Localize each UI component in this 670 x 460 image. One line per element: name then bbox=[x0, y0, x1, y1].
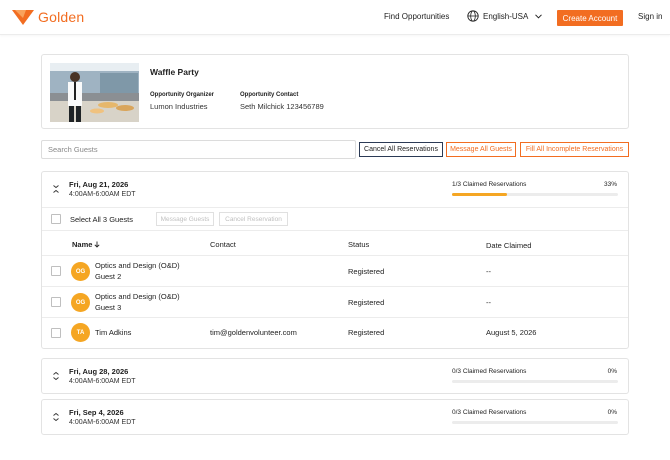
search-guests-input[interactable]: Search Guests bbox=[41, 140, 356, 159]
date-label: Fri, Aug 28, 2026 bbox=[69, 367, 129, 376]
organizer-label: Opportunity Organizer bbox=[150, 92, 215, 98]
guest-sub: Guest 2 bbox=[95, 272, 122, 281]
logo-text: Golden bbox=[38, 9, 85, 25]
selection-row: Select All 3 Guests Message Guests Cance… bbox=[42, 207, 628, 230]
column-contact: Contact bbox=[210, 240, 236, 249]
claimed-percent: 0% bbox=[607, 409, 617, 416]
fill-all-incomplete-button[interactable]: Fill All Incomplete Reservations bbox=[520, 142, 629, 157]
row-checkbox[interactable] bbox=[51, 266, 61, 276]
date-card-header[interactable]: Fri, Aug 21, 2026 4:00AM-6:00AM EDT 1/3 … bbox=[42, 172, 628, 207]
language-selector[interactable]: English-USA bbox=[467, 10, 543, 22]
opportunity-photo bbox=[50, 63, 139, 122]
date-card-header[interactable]: Fri, Aug 28, 2026 4:00AM-6:00AM EDT 0/3 … bbox=[42, 359, 628, 394]
column-name-label: Name bbox=[72, 240, 93, 249]
collapse-icon[interactable] bbox=[52, 184, 60, 194]
progress-bar bbox=[452, 421, 618, 424]
guest-date-claimed: -- bbox=[486, 267, 491, 276]
claimed-reservations: 1/3 Claimed Reservations bbox=[452, 181, 527, 188]
sort-down-icon bbox=[94, 241, 100, 248]
table-row: OG Optics and Design (O&D) Guest 2 Regis… bbox=[42, 255, 628, 286]
row-checkbox[interactable] bbox=[51, 328, 61, 338]
guest-sub: Guest 3 bbox=[95, 303, 122, 312]
opportunity-title: Waffle Party bbox=[150, 67, 199, 77]
date-card: Fri, Aug 21, 2026 4:00AM-6:00AM EDT 1/3 … bbox=[41, 171, 629, 349]
contact-block: Opportunity Contact Seth Milchick 123456… bbox=[240, 92, 324, 111]
avatar: TA bbox=[71, 323, 90, 342]
claimed-percent: 0% bbox=[607, 368, 617, 375]
guest-name: Tim Adkins bbox=[95, 328, 132, 337]
progress-bar bbox=[452, 380, 618, 383]
contact-label: Opportunity Contact bbox=[240, 92, 299, 98]
guest-status: Registered bbox=[348, 298, 385, 307]
chevron-down-icon bbox=[535, 13, 543, 19]
select-all-label: Select All 3 Guests bbox=[70, 215, 133, 224]
progress-fill bbox=[452, 193, 507, 196]
top-header: Golden Find Opportunities English-USA Cr… bbox=[0, 0, 670, 35]
guest-date-claimed: -- bbox=[486, 298, 491, 307]
guest-status: Registered bbox=[348, 328, 385, 337]
guest-name: Optics and Design (O&D) bbox=[95, 292, 180, 301]
date-card[interactable]: Fri, Aug 28, 2026 4:00AM-6:00AM EDT 0/3 … bbox=[41, 358, 629, 394]
select-all-checkbox[interactable] bbox=[51, 214, 61, 224]
guest-contact[interactable]: tim@goldenvolunteer.com bbox=[210, 328, 297, 337]
claimed-reservations: 0/3 Claimed Reservations bbox=[452, 368, 527, 375]
cancel-all-reservations-button[interactable]: Cancel All Reservations bbox=[359, 142, 443, 157]
date-card-header[interactable]: Fri, Sep 4, 2026 4:00AM-6:00AM EDT 0/3 C… bbox=[42, 400, 628, 435]
column-date-claimed: Date Claimed bbox=[486, 241, 532, 250]
row-checkbox[interactable] bbox=[51, 297, 61, 307]
organizer-block: Opportunity Organizer Lumon Industries bbox=[150, 92, 214, 111]
time-label: 4:00AM-6:00AM EDT bbox=[69, 191, 136, 198]
logo[interactable]: Golden bbox=[12, 8, 84, 26]
time-label: 4:00AM-6:00AM EDT bbox=[69, 419, 136, 426]
create-account-button[interactable]: Create Account bbox=[557, 10, 623, 26]
guest-name: Optics and Design (O&D) bbox=[95, 261, 180, 270]
avatar: OG bbox=[71, 293, 90, 312]
table-row: OG Optics and Design (O&D) Guest 3 Regis… bbox=[42, 286, 628, 317]
time-label: 4:00AM-6:00AM EDT bbox=[69, 378, 136, 385]
message-guests-button[interactable]: Message Guests bbox=[156, 212, 214, 226]
claimed-reservations: 0/3 Claimed Reservations bbox=[452, 409, 527, 416]
date-label: Fri, Sep 4, 2026 bbox=[69, 408, 124, 417]
expand-icon[interactable] bbox=[52, 412, 60, 422]
guest-status: Registered bbox=[348, 267, 385, 276]
find-opportunities-link[interactable]: Find Opportunities bbox=[384, 12, 449, 21]
column-status: Status bbox=[348, 240, 370, 249]
avatar: OG bbox=[71, 262, 90, 281]
organizer-value: Lumon Industries bbox=[150, 102, 208, 111]
progress-bar bbox=[452, 193, 618, 196]
language-label: English-USA bbox=[483, 11, 529, 21]
date-label: Fri, Aug 21, 2026 bbox=[69, 180, 129, 189]
date-card[interactable]: Fri, Sep 4, 2026 4:00AM-6:00AM EDT 0/3 C… bbox=[41, 399, 629, 435]
guest-date-claimed: August 5, 2026 bbox=[486, 328, 537, 337]
message-all-guests-button[interactable]: Message All Guests bbox=[446, 142, 516, 157]
table-row: TA Tim Adkins tim@goldenvolunteer.com Re… bbox=[42, 317, 628, 348]
table-header: Name Contact Status Date Claimed bbox=[42, 230, 628, 255]
claimed-percent: 33% bbox=[603, 181, 617, 188]
opportunity-card: Waffle Party Opportunity Organizer Lumon… bbox=[41, 54, 629, 129]
golden-logo-icon bbox=[12, 10, 34, 25]
expand-icon[interactable] bbox=[52, 371, 60, 381]
globe-icon bbox=[467, 10, 479, 22]
cancel-reservation-button[interactable]: Cancel Reservation bbox=[219, 212, 288, 226]
sign-in-link[interactable]: Sign in bbox=[638, 12, 662, 21]
contact-value: Seth Milchick 123456789 bbox=[240, 102, 324, 111]
column-name[interactable]: Name bbox=[72, 240, 100, 249]
